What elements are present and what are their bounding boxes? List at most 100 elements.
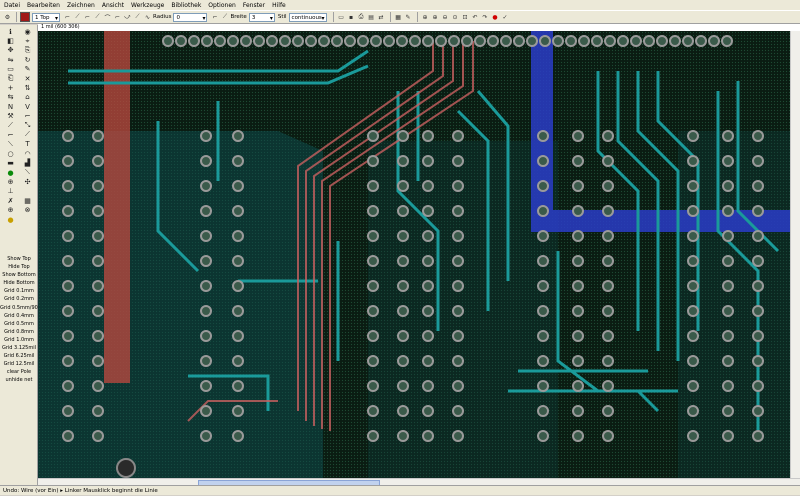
cmd-hide-top[interactable]: Hide Top (0, 263, 38, 271)
menu-bearbeiten[interactable]: Bearbeiten (27, 2, 60, 9)
menu-werkzeuge[interactable]: Werkzeuge (131, 2, 164, 9)
wire-mode-icon[interactable]: ⚙ (3, 13, 12, 22)
bend-style-2-icon[interactable]: ⌐ (83, 13, 92, 22)
miter-icon[interactable]: ⌐ (19, 112, 36, 121)
menu-ansicht[interactable]: Ansicht (102, 2, 124, 9)
name-icon[interactable]: N (2, 102, 19, 111)
dimension-icon[interactable]: ⊥ (2, 187, 19, 196)
optimize-icon[interactable]: ⤡ (19, 121, 36, 130)
redo-icon[interactable]: ↷ (481, 13, 490, 22)
signal-icon[interactable]: ⟍ (19, 168, 36, 177)
undo-icon[interactable]: ↶ (471, 13, 480, 22)
cmd-grid-08[interactable]: Grid 0.8mm (0, 328, 38, 336)
menu-optionen[interactable]: Optionen (208, 2, 236, 9)
horizontal-scrollbar[interactable] (38, 478, 800, 486)
print-icon[interactable]: ⎙ (357, 13, 366, 22)
text-icon[interactable]: T (19, 140, 36, 149)
rotate-icon[interactable]: ↻ (19, 55, 36, 64)
info-icon[interactable]: ℹ (2, 27, 19, 36)
width-select[interactable]: 3 (248, 12, 275, 23)
replace-icon[interactable]: ⇆ (2, 93, 19, 102)
display-icon[interactable]: ◧ (2, 36, 19, 45)
route-icon[interactable]: ⌐ (2, 130, 19, 139)
schematic-switch-icon[interactable]: ⇄ (377, 13, 386, 22)
hole-icon[interactable]: ⊕ (2, 177, 19, 186)
menu-hilfe[interactable]: Hilfe (272, 2, 286, 9)
rect-icon[interactable]: ▬ (2, 158, 19, 167)
move-icon[interactable]: ✥ (2, 46, 19, 55)
show-icon[interactable]: ◉ (19, 27, 36, 36)
menu-zeichnen[interactable]: Zeichnen (67, 2, 95, 9)
copy-icon[interactable]: ⎘ (19, 46, 36, 55)
cmd-show-bottom[interactable]: Show Bottom (0, 271, 38, 279)
lock-icon[interactable]: ⌂ (19, 93, 36, 102)
pinswap-icon[interactable]: ⇅ (19, 83, 36, 92)
delete-icon[interactable]: ✕ (19, 74, 36, 83)
cmd-grid-05-90[interactable]: Grid 0.5mm/90° (0, 304, 40, 312)
cam-icon[interactable]: ▤ (367, 13, 376, 22)
cmd-grid-04[interactable]: Grid 0.4mm (0, 312, 38, 320)
errors-icon[interactable]: ▦ (19, 196, 36, 205)
bend-style-7-icon[interactable]: ⟋ (133, 13, 142, 22)
bend-style-6-icon[interactable]: ⤻ (123, 13, 132, 22)
board-editor[interactable]: 1 mil (600 306) (38, 24, 800, 486)
miter-straight-icon[interactable]: ⟋ (220, 13, 229, 22)
zoom-out-icon[interactable]: ⊖ (441, 13, 450, 22)
menu-fenster[interactable]: Fenster (243, 2, 265, 9)
wire-icon[interactable]: ⟍ (2, 140, 19, 149)
cmd-grid-02[interactable]: Grid 0.2mm (0, 295, 38, 303)
drc-icon[interactable]: ✗ (2, 196, 19, 205)
pcb-canvas[interactable] (38, 31, 790, 478)
via-icon[interactable]: ● (2, 168, 19, 177)
stop-icon[interactable]: ● (491, 13, 500, 22)
zoom-select-icon[interactable]: ⊡ (461, 13, 470, 22)
menu-datei[interactable]: Datei (4, 2, 20, 9)
miter-round-icon[interactable]: ⌐ (210, 13, 219, 22)
style-select[interactable]: continuous (288, 12, 327, 23)
pcb-drawing[interactable] (38, 31, 790, 478)
split-icon[interactable]: ⟋ (2, 121, 19, 130)
ripup-icon[interactable]: ⟋ (19, 130, 36, 139)
zoom-redraw-icon[interactable]: ⊙ (451, 13, 460, 22)
change-icon[interactable]: ✎ (19, 65, 36, 74)
autorouter-icon[interactable] (19, 187, 36, 196)
ratsnest-icon[interactable]: ✣ (19, 177, 36, 186)
radius-select[interactable]: 0 (173, 12, 208, 23)
bend-style-3-icon[interactable]: ⟋ (93, 13, 102, 22)
go-icon[interactable]: ✓ (501, 13, 510, 22)
paste-icon[interactable]: ⎗ (2, 74, 19, 83)
mark-icon[interactable]: ⌖ (19, 36, 36, 45)
bend-style-0-icon[interactable]: ⌐ (63, 13, 72, 22)
script-icon[interactable]: ▦ (394, 13, 403, 22)
add-icon[interactable]: + (2, 83, 19, 92)
cmd-grid-625[interactable]: Grid 6.25mil (0, 352, 38, 360)
mirror-icon[interactable]: ⇋ (2, 55, 19, 64)
cmd-clear-pole[interactable]: clear Pole (0, 368, 38, 376)
zoom-in-icon[interactable]: ⊕ (431, 13, 440, 22)
save-icon[interactable]: ▪ (347, 13, 356, 22)
flip-icon[interactable]: ⊗ (19, 205, 36, 214)
vertical-scrollbar[interactable] (790, 31, 800, 478)
polygon-icon[interactable]: ▟ (19, 158, 36, 167)
bend-style-4-icon[interactable]: ⌒ (103, 13, 112, 22)
help-icon[interactable]: ● (2, 215, 19, 224)
arc-icon[interactable]: ◠ (19, 149, 36, 158)
cmd-grid-05[interactable]: Grid 0.5mm (0, 320, 38, 328)
open-icon[interactable]: ▭ (337, 13, 346, 22)
group-icon[interactable]: ▭ (2, 65, 19, 74)
bend-style-5-icon[interactable]: ⌐ (113, 13, 122, 22)
smash-icon[interactable]: ⚒ (2, 112, 19, 121)
cmd-unhide-net[interactable]: unhide net (0, 376, 38, 384)
layer-select[interactable]: 1 Top (32, 12, 60, 23)
zoom-fit-icon[interactable]: ⊕ (421, 13, 430, 22)
bend-style-1-icon[interactable]: ⟋ (73, 13, 82, 22)
cmd-grid-01[interactable]: Grid 0.1mm (0, 287, 38, 295)
cmd-show-top[interactable]: Show Top (0, 255, 38, 263)
zoom-tool-icon[interactable]: ⊕ (2, 205, 19, 214)
value-icon[interactable]: V (19, 102, 36, 111)
bend-style-8-icon[interactable]: ∿ (143, 13, 152, 22)
circle-icon[interactable]: ○ (2, 149, 19, 158)
cmd-grid-10[interactable]: Grid 1.0mm (0, 336, 38, 344)
cmd-grid-3125[interactable]: Grid 3.125mil (0, 344, 38, 352)
cmd-grid-125[interactable]: Grid 12.5mil (0, 360, 38, 368)
